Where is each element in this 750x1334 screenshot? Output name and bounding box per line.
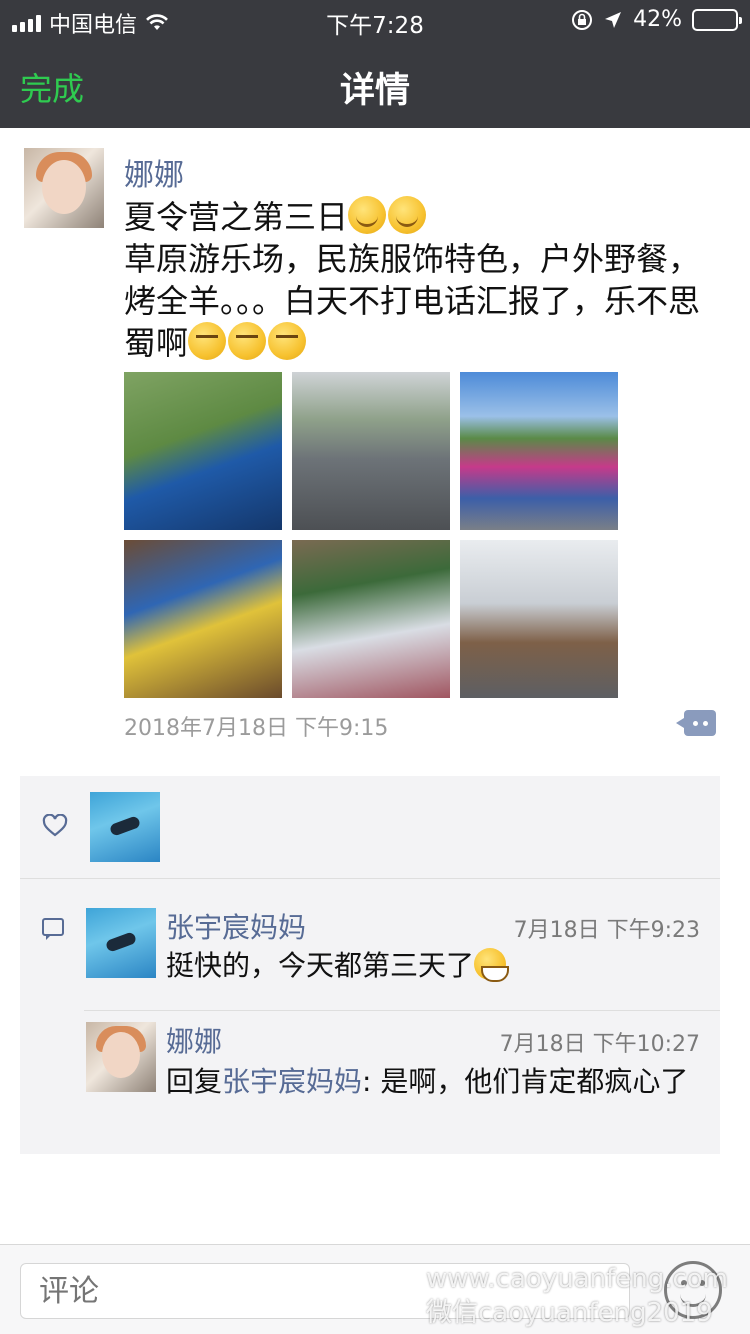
smirk-emoji-icon: [228, 322, 267, 360]
photo-thumbnail[interactable]: [292, 540, 450, 698]
liker-avatar[interactable]: [90, 792, 160, 862]
photo-thumbnail[interactable]: [124, 372, 282, 530]
smirk-emoji-icon: [188, 322, 227, 360]
smirk-emoji-icon: [268, 322, 307, 360]
commenter-name[interactable]: 张宇宸妈妈: [166, 906, 306, 946]
nav-bar: 完成 详情: [0, 40, 750, 128]
reply-prefix: 回复: [166, 1065, 223, 1098]
photo-thumbnail[interactable]: [124, 540, 282, 698]
photo-thumbnail[interactable]: [460, 540, 618, 698]
comment-time: 7月18日 下午9:23: [513, 918, 700, 943]
photo-thumbnail[interactable]: [292, 372, 450, 530]
comment-text: 回复张宇宸妈妈: 是啊，他们肯定都疯心了: [166, 1062, 706, 1102]
watermark: www.caoyuanfeng.com 微信caoyuanfeng2019: [426, 1262, 728, 1330]
status-bar: 中国电信 下午7:28 42%: [0, 0, 750, 40]
heart-icon: [42, 814, 68, 837]
post-title: 夏令营之第三日: [124, 198, 349, 236]
orientation-lock-icon: [572, 9, 593, 30]
page-title: 详情: [339, 71, 410, 111]
photo-grid: [124, 372, 620, 698]
battery-percent: 42%: [633, 7, 682, 32]
author-avatar[interactable]: [24, 148, 104, 228]
comment-icon: [42, 918, 64, 940]
comment-body: 挺快的，今天都第三天了: [166, 949, 475, 982]
reply-separator: :: [362, 1065, 381, 1098]
interaction-panel: 张宇宸妈妈 7月18日 下午9:23 挺快的，今天都第三天了 娜娜 7月18日 …: [20, 776, 720, 1154]
grin-emoji-icon: [474, 948, 510, 982]
watermark-line2: 微信caoyuanfeng2019: [426, 1298, 713, 1328]
more-actions-button[interactable]: [676, 710, 716, 736]
comment-text: 挺快的，今天都第三天了: [166, 946, 696, 986]
location-icon: [605, 11, 622, 28]
post-content: 夏令营之第三日 草原游乐场，民族服饰特色，户外野餐，烤全羊。。。白天不打电话汇报…: [124, 196, 724, 364]
author-name[interactable]: 娜娜: [124, 150, 184, 194]
top-bar: 中国电信 下午7:28 42% 完成 详情: [0, 0, 750, 128]
comment-divider: [84, 1010, 720, 1011]
hug-emoji-icon: [388, 196, 427, 234]
comment-time: 7月18日 下午10:27: [499, 1032, 700, 1057]
status-right: 42%: [571, 7, 742, 32]
watermark-line1: www.caoyuanfeng.com: [426, 1264, 729, 1294]
comment-body: 是啊，他们肯定都疯心了: [380, 1065, 689, 1098]
post-timestamp: 2018年7月18日 下午9:15: [124, 716, 389, 741]
commenter-avatar[interactable]: [86, 908, 156, 978]
battery-icon: [692, 8, 742, 31]
commenter-name[interactable]: 娜娜: [166, 1020, 222, 1060]
divider: [20, 878, 720, 879]
commenter-avatar[interactable]: [86, 1022, 156, 1092]
reply-target-name[interactable]: 张宇宸妈妈: [222, 1065, 362, 1098]
hug-emoji-icon: [348, 196, 387, 234]
photo-thumbnail[interactable]: [460, 372, 618, 530]
